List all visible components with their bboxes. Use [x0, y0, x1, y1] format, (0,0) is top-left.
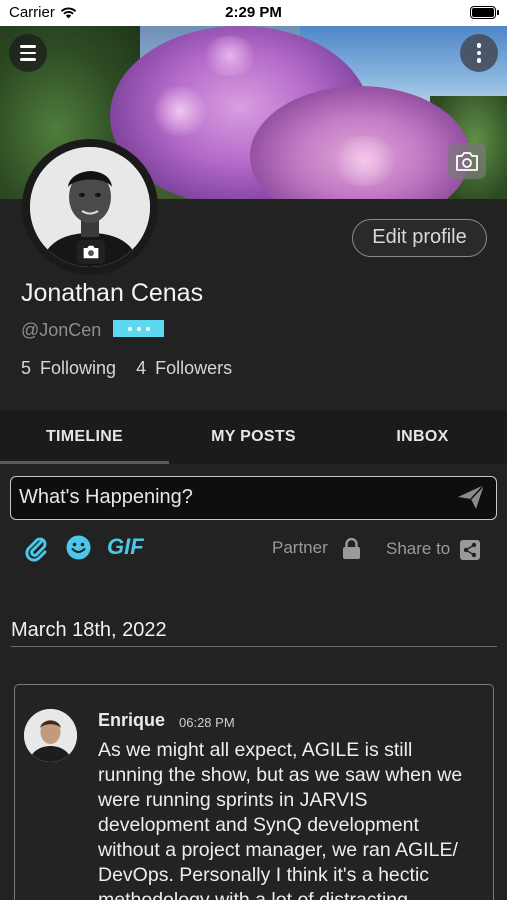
vertical-dots-icon: [476, 43, 482, 48]
share-to-label[interactable]: Share to: [386, 539, 450, 559]
active-tab-indicator: [0, 461, 169, 464]
send-icon: [458, 484, 485, 509]
post-author-name[interactable]: Enrique: [98, 710, 165, 731]
feed-date-header: March 18th, 2022: [11, 619, 167, 641]
followers-label: Followers: [155, 358, 233, 378]
partner-label[interactable]: Partner: [272, 538, 328, 558]
change-cover-button[interactable]: [448, 143, 486, 179]
post-body: As we might all expect, AGILE is still r…: [98, 739, 463, 900]
dots-icon: [127, 326, 132, 331]
share-icon: [460, 540, 480, 560]
post-avatar-portrait: [24, 709, 77, 762]
change-avatar-button[interactable]: [77, 240, 105, 264]
camera-icon: [83, 245, 99, 259]
following-count: 5: [21, 358, 32, 378]
post-composer: [10, 476, 497, 520]
follow-stats: 5 Following 4 Followers: [21, 358, 232, 379]
hamburger-icon: [20, 45, 36, 48]
more-options-button[interactable]: [460, 34, 498, 72]
profile-tabs: TIMELINE MY POSTS INBOX: [0, 410, 507, 464]
lock-icon: [343, 538, 360, 559]
tab-inbox[interactable]: INBOX: [338, 410, 507, 464]
tab-my-posts[interactable]: MY POSTS: [169, 410, 338, 464]
status-badge: [113, 320, 164, 337]
status-time: 2:29 PM: [225, 4, 282, 21]
profile-handle: @JonCen: [21, 320, 102, 340]
paperclip-icon[interactable]: [24, 534, 48, 562]
divider: [11, 646, 497, 647]
send-button[interactable]: [456, 483, 486, 516]
edit-profile-button[interactable]: Edit profile: [352, 219, 487, 257]
camera-icon: [456, 151, 478, 171]
followers-count: 4: [136, 358, 147, 378]
tab-timeline[interactable]: TIMELINE: [0, 410, 169, 464]
post-timestamp: 06:28 PM: [179, 715, 235, 730]
post-author-avatar[interactable]: [24, 709, 77, 762]
gif-button[interactable]: GIF: [107, 534, 144, 560]
battery-icon: [470, 6, 499, 19]
post-input[interactable]: [19, 477, 439, 518]
profile-name: Jonathan Cenas: [21, 279, 204, 307]
composer-actions: GIF Partner Share to: [0, 532, 507, 562]
following-stat[interactable]: 5 Following: [21, 358, 116, 379]
emoji-icon[interactable]: [66, 535, 91, 560]
followers-stat[interactable]: 4 Followers: [136, 358, 232, 379]
status-bar: Carrier 2:29 PM: [0, 0, 507, 26]
following-label: Following: [40, 358, 117, 378]
menu-button[interactable]: [9, 34, 47, 72]
